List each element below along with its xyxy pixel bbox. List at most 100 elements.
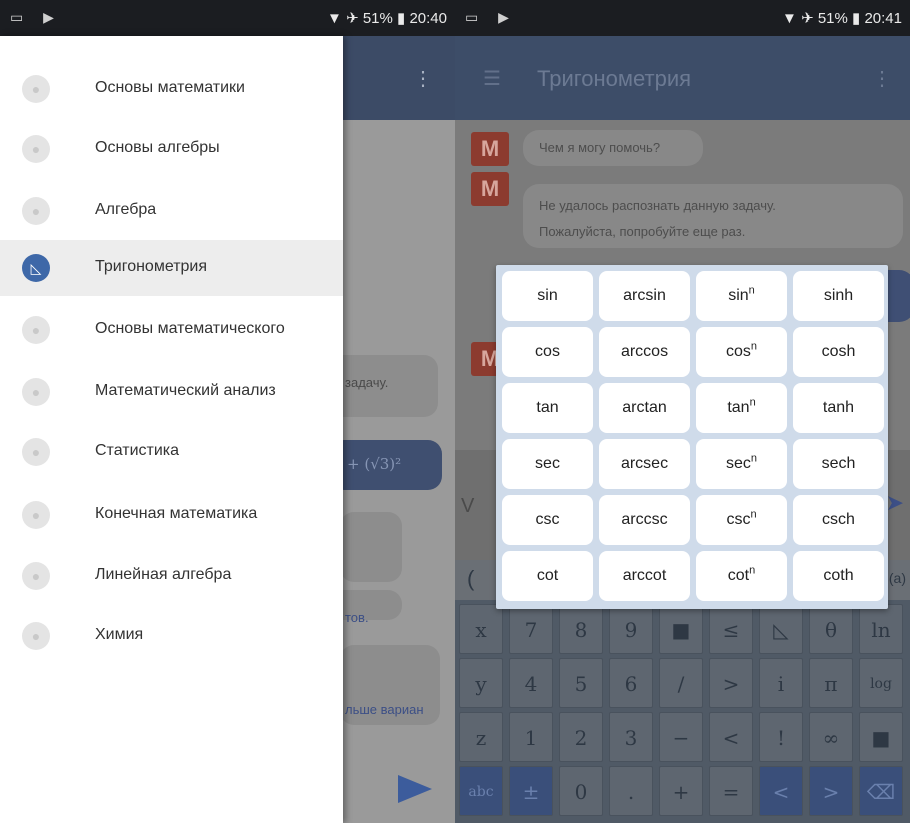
drawer-item-trigonometry[interactable]: ◺ Тригонометрия	[0, 240, 343, 296]
keyboard-key[interactable]: 9	[609, 604, 653, 654]
paren-key[interactable]: (	[467, 566, 474, 592]
keyboard-key[interactable]: abc	[459, 766, 503, 816]
drawer-item-finite-math[interactable]: ● Конечная математика	[0, 487, 343, 543]
trig-key-sec-power[interactable]: secn	[696, 439, 787, 489]
trig-key-arcsec[interactable]: arcsec	[599, 439, 690, 489]
trig-key-csc[interactable]: csc	[502, 495, 593, 545]
keyboard-key[interactable]: >	[809, 766, 853, 816]
keyboard-key[interactable]: ±	[509, 766, 553, 816]
keyboard-key[interactable]: <	[709, 712, 753, 762]
algebra-icon: ●	[22, 197, 50, 225]
power-superscript: n	[749, 564, 756, 577]
trig-key-cosh[interactable]: cosh	[793, 327, 884, 377]
trig-key-csch[interactable]: csch	[793, 495, 884, 545]
send-icon[interactable]	[398, 775, 432, 803]
keyboard-key[interactable]: log	[859, 658, 903, 708]
trig-key-label: csc	[535, 511, 560, 528]
hamburger-menu-icon[interactable]: ☰	[483, 66, 501, 91]
clock: 20:40	[409, 10, 447, 27]
drawer-item-label: Химия	[95, 626, 144, 643]
keyboard-key[interactable]: 2	[559, 712, 603, 762]
send-icon[interactable]: ➤	[886, 490, 904, 516]
drawer-item-algebra[interactable]: ● Алгебра	[0, 183, 343, 239]
keyboard-key[interactable]: 8	[559, 604, 603, 654]
keyboard-key[interactable]: i	[759, 658, 803, 708]
keyboard-key[interactable]: ■	[859, 712, 903, 762]
drawer-item-linear-algebra[interactable]: ● Линейная алгебра	[0, 548, 343, 604]
drawer-item-chemistry[interactable]: ● Химия	[0, 608, 343, 664]
trig-key-cos[interactable]: cos	[502, 327, 593, 377]
keyboard-key[interactable]: /	[659, 658, 703, 708]
keyboard-key[interactable]: ◺	[759, 604, 803, 654]
keyboard-key[interactable]: z	[459, 712, 503, 762]
trig-key-arctan[interactable]: arctan	[599, 383, 690, 433]
keyboard-key[interactable]: .	[609, 766, 653, 816]
trig-key-tan-power[interactable]: tann	[696, 383, 787, 433]
keyboard-key[interactable]: +	[659, 766, 703, 816]
trig-key-cos-power[interactable]: cosn	[696, 327, 787, 377]
keyboard-key[interactable]: 5	[559, 658, 603, 708]
trig-key-sinh[interactable]: sinh	[793, 271, 884, 321]
trig-key-arccos[interactable]: arccos	[599, 327, 690, 377]
keyboard-key[interactable]: <	[759, 766, 803, 816]
link-fragment[interactable]: тов.	[345, 610, 369, 625]
keyboard-key[interactable]: −	[659, 712, 703, 762]
trig-key-sin[interactable]: sin	[502, 271, 593, 321]
battery-percent: 51%	[362, 10, 393, 27]
more-icon[interactable]: ⋮	[872, 66, 892, 91]
keyboard-key[interactable]: >	[709, 658, 753, 708]
trig-key-arccsc[interactable]: arccsc	[599, 495, 690, 545]
prealgebra-icon: ●	[22, 135, 50, 163]
drawer-item-label: Математический анализ	[95, 382, 276, 399]
keyboard-key[interactable]: =	[709, 766, 753, 816]
drawer-item-basic-math[interactable]: ● Основы математики	[0, 61, 343, 117]
triangle-icon: ◺	[22, 254, 50, 282]
drawer-item-prealgebra[interactable]: ● Основы алгебры	[0, 121, 343, 177]
trig-key-label: arcsec	[620, 455, 669, 472]
keyboard-key[interactable]: 3	[609, 712, 653, 762]
trig-key-tan[interactable]: tan	[502, 383, 593, 433]
keyboard-key[interactable]: !	[759, 712, 803, 762]
trig-key-cot-power[interactable]: cotn	[696, 551, 787, 601]
trig-key-sec[interactable]: sec	[502, 439, 593, 489]
trig-key-sech[interactable]: sech	[793, 439, 884, 489]
trig-key-label: sech	[821, 455, 856, 472]
keyboard-key[interactable]: 1	[509, 712, 553, 762]
trig-key-label: sec	[725, 455, 751, 472]
trig-key-label: cosh	[821, 343, 856, 360]
keyboard-key[interactable]: 0	[559, 766, 603, 816]
keyboard-key[interactable]: 4	[509, 658, 553, 708]
trig-key-label: arccot	[622, 567, 667, 584]
trig-key-arcsin[interactable]: arcsin	[599, 271, 690, 321]
trig-key-tanh[interactable]: tanh	[793, 383, 884, 433]
trig-key-cot[interactable]: cot	[502, 551, 593, 601]
keyboard-key[interactable]: ln	[859, 604, 903, 654]
keyboard-key[interactable]: ∞	[809, 712, 853, 762]
app-bar-background: ⋮	[343, 36, 455, 120]
trig-key-csc-power[interactable]: cscn	[696, 495, 787, 545]
abs-key[interactable]: (a)	[889, 570, 906, 586]
bot-message-1: Чем я могу помочь?	[539, 140, 661, 155]
keyboard-key[interactable]: ⌫	[859, 766, 903, 816]
keyboard-key[interactable]: π	[809, 658, 853, 708]
drawer-item-precalculus[interactable]: ● Основы математического	[0, 302, 343, 358]
page-title: Тригонометрия	[537, 66, 692, 91]
keyboard-key[interactable]: y	[459, 658, 503, 708]
keyboard-key[interactable]: θ	[809, 604, 853, 654]
trig-key-label: arccos	[620, 343, 669, 360]
wifi-icon: ▼	[327, 10, 342, 27]
trig-key-sin-power[interactable]: sinn	[696, 271, 787, 321]
drawer-item-label: Тригонометрия	[95, 258, 208, 275]
trig-key-arccot[interactable]: arccot	[599, 551, 690, 601]
keyboard-key[interactable]: 6	[609, 658, 653, 708]
keyboard-key[interactable]: x	[459, 604, 503, 654]
keyboard-key[interactable]: ■	[659, 604, 703, 654]
trig-key-coth[interactable]: coth	[793, 551, 884, 601]
more-options-fragment[interactable]: льше вариан	[345, 702, 424, 717]
airplane-icon: ✈	[801, 10, 814, 27]
drawer-item-calculus[interactable]: ● Математический анализ	[0, 364, 343, 420]
keyboard-key[interactable]: 7	[509, 604, 553, 654]
trig-functions-popup: sin arcsin sinn sinh cos arccos cosn cosh tan arc…	[496, 265, 888, 609]
keyboard-key[interactable]: ≤	[709, 604, 753, 654]
drawer-item-statistics[interactable]: ● Статистика	[0, 424, 343, 480]
